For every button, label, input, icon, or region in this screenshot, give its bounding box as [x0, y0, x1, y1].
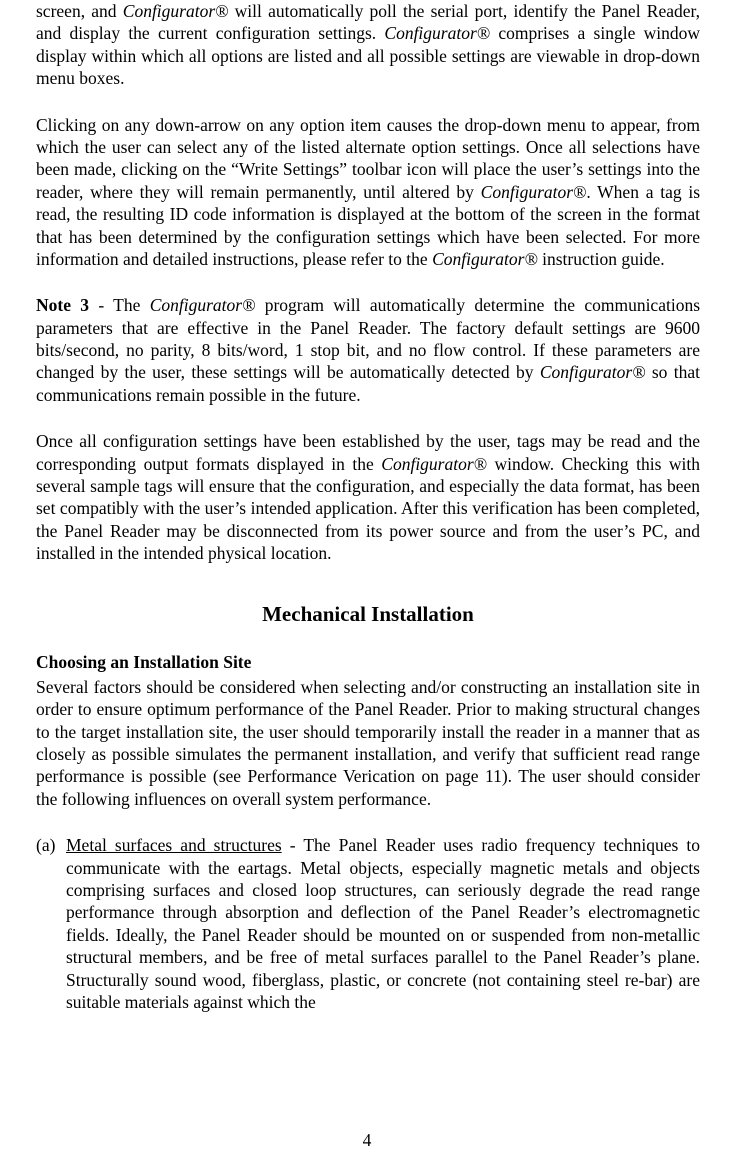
product-name: Configurator®	[150, 295, 256, 315]
product-name: Configurator®	[432, 249, 538, 269]
product-name: Configurator®	[540, 362, 646, 382]
paragraph-2: Clicking on any down-arrow on any option…	[36, 114, 700, 271]
list-item-a: (a) Metal surfaces and structures - The …	[36, 834, 700, 1013]
document-page: screen, and Configurator® will automatic…	[0, 0, 734, 1159]
paragraph-note-3: Note 3 - The Configurator® program will …	[36, 294, 700, 406]
list-body: Metal surfaces and structures - The Pane…	[66, 834, 700, 1013]
product-name: Configurator®	[384, 23, 490, 43]
product-name: Configurator®	[481, 182, 587, 202]
text: screen, and	[36, 1, 123, 21]
product-name: Configurator®	[381, 454, 487, 474]
page-number: 4	[0, 1129, 734, 1151]
paragraph-4: Once all configuration settings have bee…	[36, 430, 700, 564]
note-label: Note 3	[36, 295, 89, 315]
text: instruction guide.	[538, 249, 665, 269]
subsection-heading: Choosing an Installation Site	[36, 651, 700, 673]
product-name: Configurator®	[123, 1, 229, 21]
paragraph-1: screen, and Configurator® will automatic…	[36, 0, 700, 90]
section-heading: Mechanical Installation	[36, 601, 700, 628]
list-marker: (a)	[36, 834, 66, 856]
paragraph-5: Several factors should be considered whe…	[36, 676, 700, 810]
text: - The	[89, 295, 150, 315]
text: - The Panel Reader uses radio frequency …	[66, 835, 700, 1012]
list-title: Metal surfaces and structures	[66, 835, 282, 855]
